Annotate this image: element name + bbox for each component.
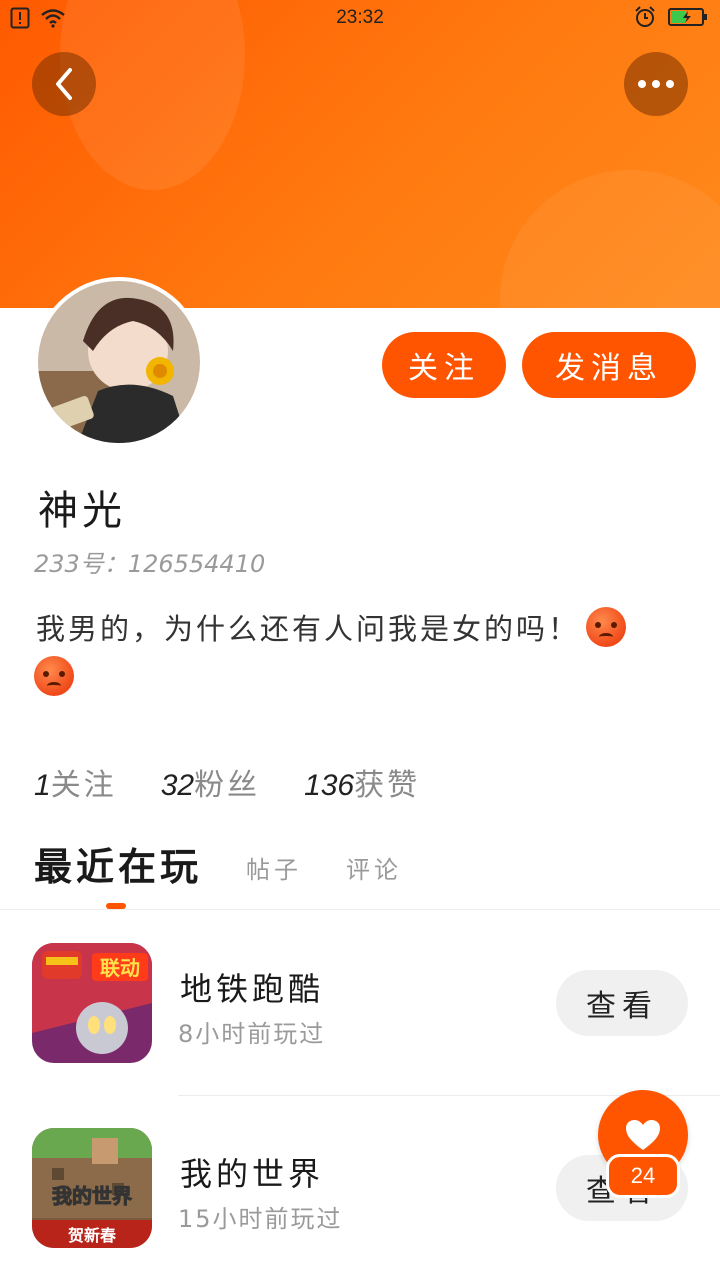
angry-emoji-icon: [586, 607, 627, 647]
chevron-left-icon: [56, 68, 72, 100]
profile-stats: 1关注 32粉丝 136获赞: [34, 760, 420, 804]
status-bar: 23:32: [0, 0, 720, 36]
stat-label: 粉丝: [194, 768, 261, 803]
stat-likes[interactable]: 136获赞: [304, 760, 420, 804]
header-banner: [0, 0, 720, 308]
follow-button[interactable]: 关注: [382, 332, 506, 398]
game-last-played: 15小时前玩过: [178, 1205, 343, 1233]
tab-recently-played[interactable]: 最近在玩: [34, 836, 202, 891]
stat-label: 关注: [50, 768, 117, 803]
user-id: 233号：126554410: [34, 550, 266, 578]
game-title: 我的世界: [180, 1155, 325, 1193]
list-item[interactable]: 联动 地铁跑酷 8小时前玩过 查看: [0, 930, 720, 1080]
avatar-frame: [34, 277, 204, 447]
more-options-button[interactable]: [624, 52, 688, 116]
game-badge: 联动: [100, 956, 140, 980]
game-icon-banner: 贺新春: [67, 1226, 117, 1245]
view-button[interactable]: 查看: [556, 970, 688, 1036]
stat-number: 1: [34, 769, 51, 802]
stat-label: 获赞: [354, 768, 421, 803]
game-title: 地铁跑酷: [180, 970, 325, 1008]
stat-following[interactable]: 1关注: [34, 760, 117, 804]
back-button[interactable]: [32, 52, 96, 116]
stat-number: 136: [304, 769, 355, 802]
bio: 我男的，为什么还有人问我是女的吗！: [36, 602, 676, 656]
avatar[interactable]: [38, 281, 200, 443]
divider: [0, 909, 720, 910]
stat-number: 32: [160, 769, 195, 802]
profile-tabs: 最近在玩 帖子 评论: [34, 836, 402, 891]
username: 神光: [38, 488, 126, 534]
minecraft-image: 我的世界 贺新春: [32, 1128, 152, 1248]
like-count-badge: 24: [606, 1154, 680, 1198]
game-icon-text: 我的世界: [52, 1184, 132, 1208]
status-time: 23:32: [336, 7, 384, 28]
heart-icon: [626, 1120, 660, 1150]
game-last-played: 8小时前玩过: [178, 1020, 326, 1048]
avatar-image: [38, 281, 200, 443]
banner-decoration: [500, 170, 720, 308]
angry-emoji-icon: [34, 656, 74, 696]
tab-comments[interactable]: 评论: [346, 850, 402, 891]
more-dots-icon: [638, 80, 674, 88]
bio-emoji-line: [34, 656, 74, 696]
game-icon-minecraft: 我的世界 贺新春: [32, 1128, 152, 1248]
game-icon-subway-surfers: 联动: [32, 943, 152, 1063]
subway-surfers-image: 联动: [32, 943, 152, 1063]
battery-icon: [668, 8, 707, 26]
send-message-button[interactable]: 发消息: [522, 332, 696, 398]
tab-posts[interactable]: 帖子: [246, 850, 302, 891]
bio-text: 我男的，为什么还有人问我是女的吗！: [36, 612, 581, 646]
alarm-icon: [635, 6, 655, 27]
stat-followers[interactable]: 32粉丝: [161, 760, 260, 804]
